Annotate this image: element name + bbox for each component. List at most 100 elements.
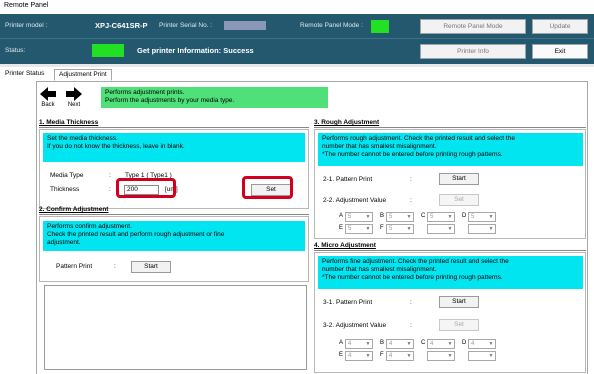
micro-value-label: 3-2. Adjustment Value — [323, 322, 387, 329]
rough-pattern-label: 2-1. Pattern Print — [323, 176, 373, 183]
next-button[interactable]: Next — [65, 86, 83, 114]
micro-start-button[interactable]: Start — [439, 296, 479, 308]
thickness-sep: : — [109, 186, 111, 193]
micro-combo-c-value: 4 — [430, 341, 434, 347]
status-label: Status: — [5, 47, 26, 54]
micro-combo-a-label: A — [339, 340, 344, 346]
media-type-sep: : — [109, 172, 111, 179]
micro-combo-g[interactable]: ▼ — [427, 351, 455, 361]
serial-masked-value — [224, 21, 266, 30]
printer-header: Printer model : XPJ-C641SR-P Printer Ser… — [0, 14, 594, 64]
micro-title: 4. Micro Adjustment — [314, 242, 376, 249]
chevron-down-icon: ▼ — [488, 226, 494, 232]
rough-desc-2: number that has smallest misalignment. — [322, 143, 437, 150]
rough-combo-b[interactable]: 5 ▼ — [386, 212, 414, 222]
chevron-down-icon: ▼ — [365, 341, 371, 347]
next-label: Next — [67, 102, 81, 108]
rough-desc: Performs rough adjustment. Check the pri… — [318, 133, 583, 166]
printer-model-label: Printer model : — [5, 22, 48, 29]
rough-combo-a-value: 5 — [348, 214, 352, 220]
rough-combo-a-label: A — [339, 213, 344, 219]
header-row-status: Status: Get printer Information: Success… — [0, 38, 594, 62]
chevron-down-icon: ▼ — [406, 226, 412, 232]
rough-divider — [314, 127, 586, 128]
confirm-start-button[interactable]: Start — [131, 261, 171, 273]
confirm-pattern-sep: : — [114, 263, 116, 270]
tab-adjustment-print[interactable]: Adjustment Print — [54, 69, 112, 81]
rough-combo-b-value: 5 — [389, 214, 393, 220]
intro-message: Performs adjustment prints. Perform the … — [101, 87, 328, 108]
remote-mode-label: Remote Panel Mode : — [300, 22, 363, 29]
micro-pattern-label: 3-1. Pattern Print — [323, 299, 373, 306]
set-button-highlight — [242, 176, 293, 199]
micro-combo-d-label: D — [462, 340, 467, 346]
rough-desc-1: Performs rough adjustment. Check the pri… — [322, 135, 515, 142]
chevron-down-icon: ▼ — [365, 353, 371, 359]
arrow-right-icon — [66, 87, 82, 101]
chevron-down-icon: ▼ — [447, 341, 453, 347]
confirm-desc-2: Check the printed result and perform rou… — [47, 231, 225, 238]
rough-combo-h[interactable]: ▼ — [468, 224, 496, 234]
rough-box: Performs rough adjustment. Check the pri… — [314, 129, 586, 239]
confirm-desc-1: Performs confirm adjustment. — [47, 223, 132, 230]
micro-combo-b[interactable]: 4 ▼ — [386, 339, 414, 349]
confirm-preview-area — [44, 285, 307, 370]
tab-bar: Printer Status Adjustment Print — [0, 67, 594, 81]
rough-value-label: 2-2. Adjustment Value — [323, 197, 387, 204]
remote-panel-mode-button[interactable]: Remote Panel Mode — [420, 19, 526, 34]
update-button[interactable]: Update — [532, 19, 588, 34]
rough-combo-e-label: E — [339, 225, 344, 231]
micro-combo-d[interactable]: 4 ▼ — [468, 339, 496, 349]
media-thickness-desc-2: If you do not know the thickness, leave … — [47, 143, 185, 150]
chevron-down-icon: ▼ — [447, 353, 453, 359]
micro-divider — [314, 250, 586, 251]
rough-combo-c[interactable]: 5 ▼ — [427, 212, 455, 222]
micro-combo-c-label: C — [421, 340, 426, 346]
rough-combo-a[interactable]: 5 ▼ — [345, 212, 373, 222]
micro-combo-f-value: 4 — [389, 353, 393, 359]
micro-combo-b-label: B — [380, 340, 385, 346]
tab-printer-status[interactable]: Printer Status — [1, 69, 48, 81]
chevron-down-icon: ▼ — [406, 341, 412, 347]
thickness-input-highlight — [116, 178, 176, 198]
micro-combo-a[interactable]: 4 ▼ — [345, 339, 373, 349]
printer-info-button[interactable]: Printer Info — [420, 44, 526, 59]
media-thickness-divider — [39, 127, 309, 128]
rough-combo-e[interactable]: 5 ▼ — [345, 224, 373, 234]
serial-label: Printer Serial No. : — [159, 22, 213, 29]
chevron-down-icon: ▼ — [488, 214, 494, 220]
confirm-title: 2. Confirm Adjustment — [39, 206, 109, 213]
micro-combo-d-value: 4 — [471, 341, 475, 347]
remote-mode-indicator — [371, 20, 389, 33]
intro-line-2: Perform the adjustments by your media ty… — [105, 97, 235, 104]
thickness-label: Thickness — [50, 186, 80, 193]
confirm-pattern-label: Pattern Print — [56, 263, 93, 270]
rough-combo-d[interactable]: 5 ▼ — [468, 212, 496, 222]
media-thickness-desc-1: Set the media thickness. — [47, 135, 118, 142]
micro-combo-c[interactable]: 4 ▼ — [427, 339, 455, 349]
exit-button[interactable]: Exit — [532, 44, 588, 59]
rough-combo-f[interactable]: 5 ▼ — [386, 224, 414, 234]
micro-combo-e[interactable]: 4 ▼ — [345, 351, 373, 361]
rough-combo-c-value: 5 — [430, 214, 434, 220]
confirm-box: Performs confirm adjustment. Check the p… — [39, 216, 309, 282]
micro-set-button[interactable]: Set — [439, 319, 479, 331]
intro-line-1: Performs adjustment prints. — [105, 89, 185, 96]
rough-start-button[interactable]: Start — [439, 173, 479, 185]
rough-set-button[interactable]: Set — [439, 194, 479, 206]
micro-combo-b-value: 4 — [389, 341, 393, 347]
chevron-down-icon: ▼ — [488, 353, 494, 359]
micro-combo-a-value: 4 — [348, 341, 352, 347]
rough-title: 3. Rough Adjustment — [314, 119, 380, 126]
rough-combo-e-value: 5 — [348, 226, 352, 232]
micro-combo-f[interactable]: 4 ▼ — [386, 351, 414, 361]
media-thickness-title: 1. Media Thickness — [39, 119, 99, 126]
chevron-down-icon: ▼ — [406, 353, 412, 359]
confirm-desc-3: adjustment. — [47, 239, 81, 246]
micro-desc-2: number that has smallest misalignment. — [322, 266, 437, 273]
back-button[interactable]: Back — [39, 86, 57, 114]
confirm-divider — [39, 214, 309, 215]
arrow-left-icon — [40, 87, 56, 101]
micro-combo-h[interactable]: ▼ — [468, 351, 496, 361]
rough-combo-g[interactable]: ▼ — [427, 224, 455, 234]
